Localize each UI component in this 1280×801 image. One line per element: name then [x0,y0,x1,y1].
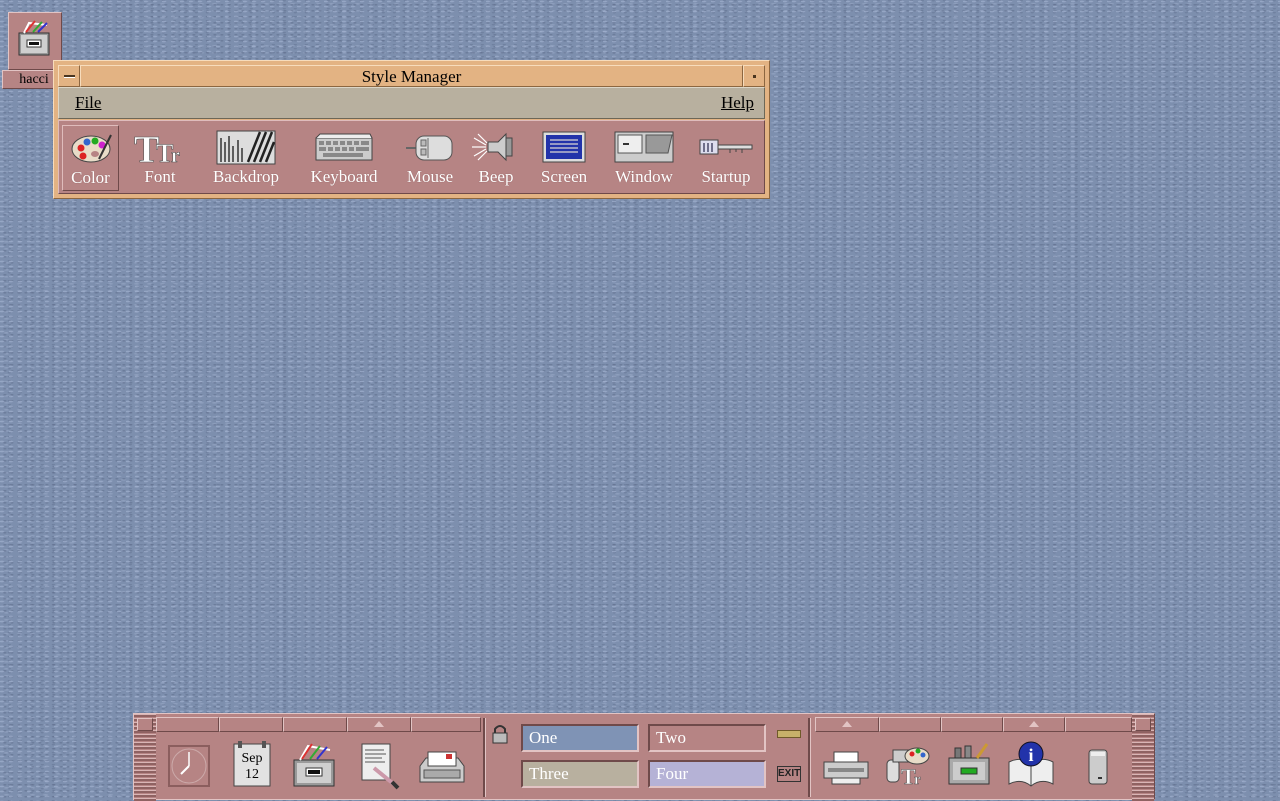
text-editor-icon [361,743,400,790]
font-icon: T T r [134,129,180,166]
panel-handle-right[interactable] [1132,714,1154,801]
window-button[interactable]: Window [607,125,681,191]
svg-text:i: i [1028,745,1033,765]
up-arrow-icon [374,721,384,727]
printer-icon [823,751,869,785]
trash-control[interactable] [1069,738,1125,796]
subpanel-tab[interactable] [156,717,219,732]
panel-menu-button[interactable] [137,718,153,731]
window-icon [614,131,674,163]
workspace-button-four[interactable]: Four [648,760,766,788]
panel-divider [483,718,486,797]
beep-label: Beep [478,167,514,186]
font-label: Font [144,167,176,186]
help-control[interactable]: i [1003,738,1059,796]
window-menu-button[interactable] [58,65,80,87]
clock-icon [168,745,210,787]
startup-button[interactable]: Startup [693,125,759,191]
workspace-button-two[interactable]: Two [648,724,766,752]
panel-minimize-button[interactable] [1135,718,1151,731]
screen-icon [542,131,586,163]
startup-label: Startup [701,167,751,186]
svg-text:r: r [171,145,180,166]
help-icon: i [1008,741,1054,787]
svg-text:12: 12 [245,767,259,782]
style-manager-control[interactable]: T r [879,738,935,796]
calendar-control[interactable]: Sep 12 [224,738,280,796]
trash-icon [1088,749,1108,785]
subpanel-arrow[interactable] [347,717,411,732]
svg-text:Sep: Sep [242,751,263,766]
keyboard-button[interactable]: Keyboard [303,125,385,191]
menu-help[interactable]: Help [721,93,754,113]
busy-indicator-icon [777,730,801,738]
style-manager-icon: T r [886,747,930,789]
subpanel-tab[interactable] [941,717,1003,732]
beep-button[interactable]: Beep [472,125,519,191]
menu-bar: File Help [58,87,765,119]
menu-file[interactable]: File [75,93,101,113]
font-button[interactable]: T T r Font [131,125,189,191]
style-manager-window: Style Manager File Help Color T T r Font… [53,60,770,199]
palette-icon [71,134,112,163]
application-manager-icon [948,743,990,785]
subpanel-tab[interactable] [879,717,941,732]
backdrop-label: Backdrop [212,167,280,186]
svg-text:r: r [914,772,921,788]
minimize-button[interactable] [743,65,765,87]
printer-control[interactable] [818,738,874,796]
style-toolbar: Color T T r Font Backdrop Keyboard Mouse… [58,120,765,194]
front-panel: Sep 12 One Two Three Four EXIT T r i [133,713,1155,801]
panel-divider [808,718,811,797]
screen-button[interactable]: Screen [533,125,595,191]
workspace-button-one[interactable]: One [521,724,639,752]
keyboard-label: Keyboard [310,167,378,186]
calendar-icon: Sep 12 [233,741,271,787]
subpanel-arrow[interactable] [1003,717,1065,732]
keyboard-icon [315,133,373,161]
clock-control[interactable] [161,738,217,796]
mailer-control[interactable] [414,738,470,796]
window-label: Window [615,167,673,186]
backdrop-button[interactable]: Backdrop [207,125,285,191]
subpanel-tab[interactable] [283,717,347,732]
workspace-button-three[interactable]: Three [521,760,639,788]
subpanel-arrow[interactable] [815,717,879,732]
title-bar[interactable]: Style Manager [58,65,765,87]
lock-button[interactable] [490,722,510,746]
up-arrow-icon [1029,721,1039,727]
lock-icon [492,725,508,744]
text-editor-control[interactable] [352,738,408,796]
up-arrow-icon [842,721,852,727]
mouse-label: Mouse [406,167,454,186]
subpanel-tab[interactable] [219,717,283,732]
file-manager-control[interactable] [286,738,342,796]
panel-handle-left[interactable] [134,714,156,801]
mouse-icon [406,135,453,161]
mailer-icon [419,751,465,783]
subpanel-tab[interactable] [411,717,481,732]
speaker-icon [472,132,513,162]
screen-label: Screen [540,167,588,186]
subpanel-tab[interactable] [1065,717,1132,732]
application-manager-control[interactable] [941,738,997,796]
file-manager-icon [293,743,335,787]
window-title[interactable]: Style Manager [80,65,743,87]
mouse-button[interactable]: Mouse [400,125,460,191]
exit-button[interactable]: EXIT [777,766,801,782]
backdrop-icon [216,130,276,165]
key-icon [699,139,753,155]
color-button[interactable]: Color [62,125,119,191]
color-label: Color [71,168,110,187]
